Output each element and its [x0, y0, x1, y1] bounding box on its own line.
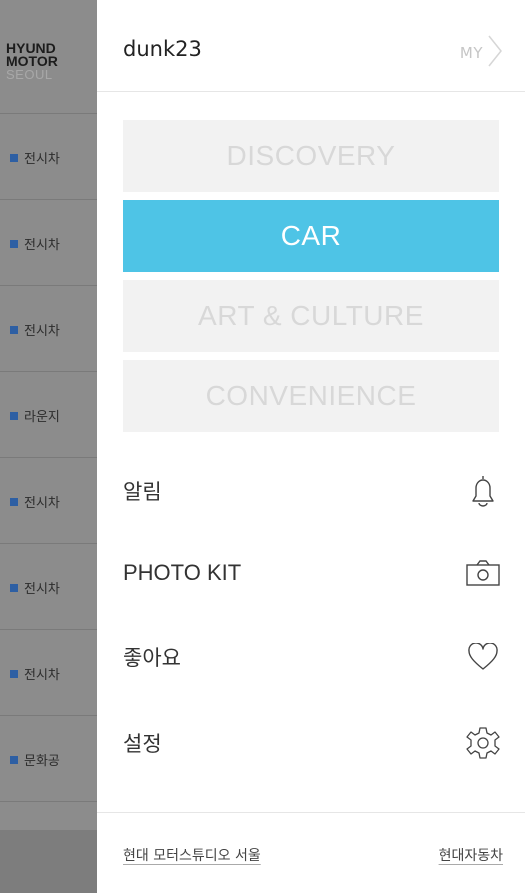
side-drawer: dunk23 MY DISCOVERY CAR ART & CULTURE CO… [97, 0, 525, 893]
background-list-item: 전시차 [0, 114, 97, 200]
background-item-label: 전시차 [24, 496, 60, 511]
background-footer [0, 830, 97, 893]
bullet-icon [10, 756, 18, 764]
menu-settings[interactable]: 설정 [97, 700, 525, 786]
category-art-culture[interactable]: ART & CULTURE [123, 280, 499, 352]
bullet-icon [10, 326, 18, 334]
bullet-icon [10, 498, 18, 506]
background-logo: HYUND MOTOR SEOUL [6, 41, 58, 82]
footer-divider [97, 812, 525, 813]
background-item-label: 전시차 [24, 668, 60, 683]
category-convenience[interactable]: CONVENIENCE [123, 360, 499, 432]
menu-photo-kit-label: PHOTO KIT [123, 560, 242, 585]
chevron-right-icon [487, 34, 503, 72]
footer-link-hyundai[interactable]: 현대자동차 [439, 845, 503, 865]
menu-settings-label: 설정 [123, 732, 162, 756]
menu-notifications[interactable]: 알림 [97, 448, 525, 534]
menu-likes[interactable]: 좋아요 [97, 614, 525, 700]
menu-likes-label: 좋아요 [123, 646, 181, 670]
menu-photo-kit[interactable]: PHOTO KIT [97, 530, 525, 616]
category-car[interactable]: CAR [123, 200, 499, 272]
camera-icon [463, 553, 503, 593]
background-list-item: 전시차 [0, 200, 97, 286]
category-discovery[interactable]: DISCOVERY [123, 120, 499, 192]
bullet-icon [10, 584, 18, 592]
username: dunk23 [123, 37, 202, 61]
bullet-icon [10, 240, 18, 248]
heart-icon [463, 637, 503, 677]
footer-link-motorstudio[interactable]: 현대 모터스튜디오 서울 [123, 845, 261, 865]
background-list-item: 전시차 [0, 458, 97, 544]
background-item-label: 전시차 [24, 582, 60, 597]
my-page-link[interactable]: MY [460, 34, 503, 72]
background-list-item: 문화공 [0, 716, 97, 802]
logo-line-3: SEOUL [6, 67, 53, 82]
background-item-label: 전시차 [24, 152, 60, 167]
background-list-item: 전시차 [0, 630, 97, 716]
my-label: MY [459, 44, 483, 62]
background-list-item: 전시차 [0, 286, 97, 372]
menu-notifications-label: 알림 [123, 480, 162, 504]
background-item-label: 전시차 [24, 324, 60, 339]
bullet-icon [10, 154, 18, 162]
background-item-label: 문화공 [24, 754, 60, 769]
background-item-label: 라운지 [24, 410, 60, 425]
bullet-icon [10, 670, 18, 678]
background-page: HYUND MOTOR SEOUL 전시차 전시차 전시차 라운지 전시차 전시… [0, 0, 97, 893]
bullet-icon [10, 412, 18, 420]
background-list-item: 라운지 [0, 372, 97, 458]
background-item-label: 전시차 [24, 238, 60, 253]
gear-icon [463, 723, 503, 763]
drawer-header: dunk23 MY [97, 0, 525, 92]
background-list-item: 전시차 [0, 544, 97, 630]
bell-icon [463, 471, 503, 511]
